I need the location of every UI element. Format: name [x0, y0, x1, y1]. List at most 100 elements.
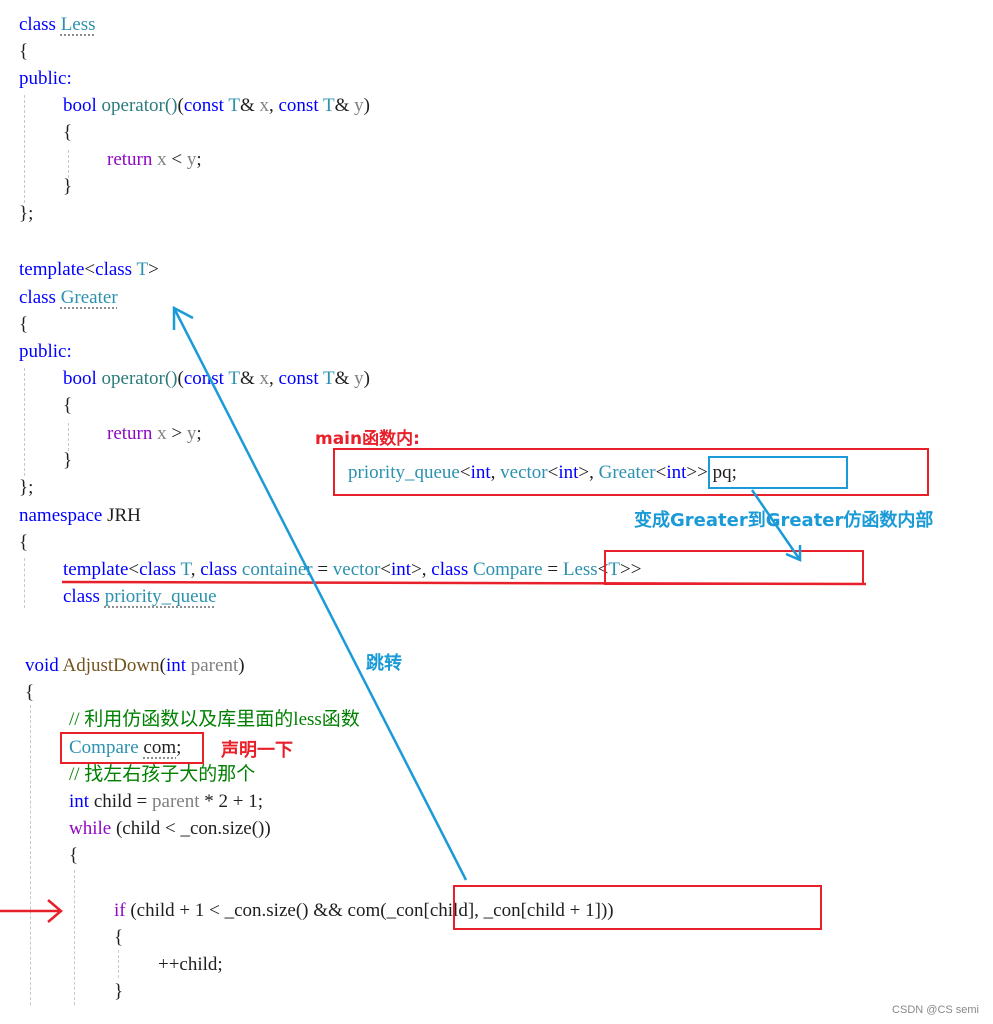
code-line-return: return x < y; [107, 146, 202, 173]
code-line-class-greater: class Greater [19, 284, 118, 311]
keyword: void [25, 655, 59, 676]
param: parent [190, 655, 239, 676]
code-line-operator: bool operator()(const T& x, const T& y) [63, 365, 370, 392]
type: vector [332, 559, 381, 580]
code-text: * 2 + 1; [199, 791, 264, 812]
compare-com-box [60, 732, 204, 764]
type: T [323, 368, 335, 389]
type: T [136, 259, 149, 280]
function-name: AdjustDown [62, 655, 160, 676]
param: x [259, 368, 270, 389]
ref: & [239, 95, 255, 116]
indent-guide [24, 368, 25, 476]
code-line-namespace: namespace JRH [19, 502, 141, 529]
ref: & [239, 368, 255, 389]
paren: ) [363, 368, 370, 389]
type: T [180, 559, 191, 580]
equals: = [312, 559, 333, 580]
indent-guide [30, 705, 31, 1005]
param: x [157, 149, 167, 170]
code-line: { [69, 845, 79, 866]
if-pointer-arrow-head [47, 899, 63, 923]
compare-param-box [604, 550, 864, 585]
operator: > [171, 423, 183, 444]
keyword: return [107, 149, 153, 170]
code-comment: // 找左右孩子大的那个 [69, 764, 256, 785]
code-line-template: template<class T> [19, 256, 159, 283]
semicolon: ; [196, 149, 202, 170]
jump-label: 跳转 [366, 653, 402, 674]
class-name: Less [60, 14, 96, 35]
param: y [186, 149, 197, 170]
main-label: main函数内: [315, 429, 420, 449]
function-name: operator() [101, 95, 178, 116]
comma: , [190, 559, 201, 580]
code-line: }; [19, 203, 34, 224]
ref: & [334, 95, 350, 116]
becomes-greater-label: 变成Greater到Greater仿函数内部 [634, 510, 934, 531]
param: y [354, 95, 364, 116]
keyword: const [183, 95, 224, 116]
code-line-class-less: class Less [19, 11, 96, 38]
keyword: const [278, 368, 319, 389]
code-line: { [63, 122, 73, 143]
code-line: { [63, 395, 73, 416]
keyword: int [165, 655, 186, 676]
keyword: class [200, 559, 238, 580]
code-line-operator: bool operator()(const T& x, const T& y) [63, 92, 370, 119]
param: y [186, 423, 197, 444]
keyword: class [139, 559, 177, 580]
keyword: while [69, 818, 112, 839]
comma: , [269, 368, 279, 389]
code-line-adjustdown: void AdjustDown(int parent) [25, 652, 245, 679]
code-text: (child + 1 < _con.size() && [125, 900, 348, 921]
angle: < [84, 259, 96, 280]
semicolon: ; [196, 423, 202, 444]
param: x [259, 95, 270, 116]
com-call-box [453, 885, 822, 930]
keyword: class [19, 287, 56, 308]
paren: ) [363, 95, 370, 116]
code-line: } [63, 450, 73, 471]
indent-guide [24, 558, 25, 608]
keyword: bool [63, 95, 97, 116]
ref: & [334, 368, 350, 389]
type: Compare [472, 559, 543, 580]
equals: = [542, 559, 563, 580]
keyword: const [278, 95, 319, 116]
keyword: template [63, 559, 129, 580]
type: T [323, 95, 335, 116]
keyword: class [63, 586, 100, 607]
keyword: const [183, 368, 224, 389]
angle: < [380, 559, 391, 580]
jump-arrow-head [172, 305, 194, 330]
indent-guide [24, 95, 25, 203]
code-comment: // 利用仿函数以及库里面的less函数 [69, 709, 360, 730]
code-text: (child < _con.size()) [111, 818, 271, 839]
param: parent [152, 791, 200, 812]
code-line-access: public: [19, 341, 72, 362]
keyword: if [114, 900, 126, 921]
code-line: } [114, 981, 124, 1002]
keyword: template [19, 259, 85, 280]
code-line: { [25, 682, 35, 703]
code-text: child = [89, 791, 153, 812]
keyword: class [431, 559, 469, 580]
indent-guide [118, 950, 119, 978]
code-line-access: public: [19, 68, 72, 89]
keyword: bool [63, 368, 97, 389]
code-line: { [19, 532, 29, 553]
code-line-template-pq: template<class T, class container = vect… [63, 556, 641, 583]
code-line: { [114, 927, 124, 948]
class-name: priority_queue [104, 586, 217, 607]
code-line: }; [19, 477, 34, 498]
param: x [157, 423, 167, 444]
declare-label: 声明一下 [221, 740, 293, 761]
code-line: { [19, 41, 29, 62]
indent-guide [74, 870, 75, 1005]
keyword: int [391, 559, 412, 580]
class-name: Greater [60, 287, 118, 308]
keyword: return [107, 423, 153, 444]
type: T [228, 95, 240, 116]
code-line-return: return x > y; [107, 420, 202, 447]
